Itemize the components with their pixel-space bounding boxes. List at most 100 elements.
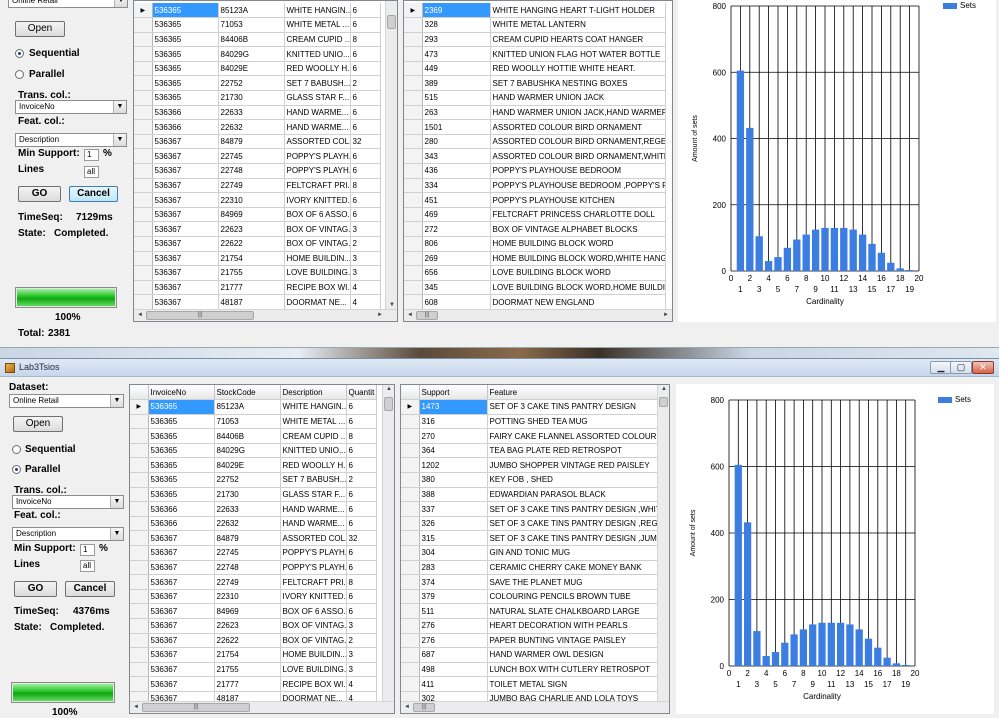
feature-cell[interactable]: RED WOOLLY HOTTIE WHITE HEART. bbox=[490, 61, 666, 77]
table-cell[interactable]: 22633 bbox=[218, 105, 285, 121]
row-header[interactable] bbox=[134, 280, 153, 296]
table-cell[interactable]: BOX OF VINTAG... bbox=[284, 236, 351, 252]
support-cell[interactable]: 1501 bbox=[422, 119, 491, 135]
table-row[interactable]: 536367 84969 BOX OF 6 ASSO... 6 bbox=[134, 207, 381, 223]
feature-cell[interactable]: EDWARDIAN PARASOL BLACK bbox=[487, 487, 663, 503]
table-cell[interactable]: 536365 bbox=[152, 3, 219, 19]
row-header[interactable] bbox=[404, 32, 423, 48]
table-cell[interactable]: RECIPE BOX WI... bbox=[280, 676, 347, 692]
scroll-up-icon[interactable]: ▲ bbox=[661, 386, 667, 392]
table-cell[interactable]: ASSORTED COL... bbox=[284, 134, 351, 150]
support-cell[interactable]: 343 bbox=[422, 148, 491, 165]
table-row[interactable]: 536367 21777 RECIPE BOX WI... 4 bbox=[134, 280, 381, 296]
table-cell[interactable]: 536365 bbox=[148, 472, 215, 488]
table-cell[interactable]: POPPY'S PLAYH... bbox=[284, 148, 351, 165]
table-cell[interactable]: 6 bbox=[350, 3, 381, 19]
row-header[interactable] bbox=[134, 163, 153, 179]
feature-cell[interactable]: ASSORTED COLOUR BIRD ORNAMENT bbox=[490, 119, 666, 135]
table-cell[interactable]: 6 bbox=[350, 192, 381, 208]
table-cell[interactable]: 6 bbox=[346, 516, 377, 532]
table-row[interactable]: 316 POTTING SHED TEA MUG bbox=[401, 414, 663, 430]
table-row[interactable]: 536367 22749 FELTCRAFT PRI... 8 bbox=[134, 178, 381, 194]
table-row[interactable]: 536367 21755 LOVE BUILDING... 3 bbox=[134, 265, 381, 281]
support-cell[interactable]: 272 bbox=[422, 221, 491, 237]
table-cell[interactable]: 536365 bbox=[148, 428, 215, 444]
support-cell[interactable]: 656 bbox=[422, 265, 491, 281]
current-row-icon[interactable]: ▶ bbox=[401, 399, 420, 415]
row-header[interactable] bbox=[401, 472, 420, 488]
table-row[interactable]: 536366 22633 HAND WARME... 6 bbox=[130, 501, 377, 517]
feature-cell[interactable]: HOME BUILDING BLOCK WORD bbox=[490, 236, 666, 252]
feature-cell[interactable]: TOILET METAL SIGN bbox=[487, 676, 663, 692]
feature-cell[interactable]: TEA BAG PLATE RED RETROSPOT bbox=[487, 443, 663, 459]
support-cell[interactable]: 515 bbox=[422, 90, 491, 106]
table-cell[interactable]: KNITTED UNIO... bbox=[280, 443, 347, 459]
feature-cell[interactable]: GIN AND TONIC MUG bbox=[487, 545, 663, 561]
table-row[interactable]: 536367 22622 BOX OF VINTAG... 2 bbox=[130, 633, 377, 649]
support-cell[interactable]: 511 bbox=[419, 603, 488, 619]
table-cell[interactable]: 84029E bbox=[214, 457, 281, 474]
table-cell[interactable]: 6 bbox=[350, 46, 381, 62]
feature-cell[interactable]: POPPY'S PLAYHOUSE KITCHEN bbox=[490, 192, 666, 208]
table-cell[interactable]: BOX OF VINTAG... bbox=[280, 618, 347, 634]
support-cell[interactable]: 411 bbox=[419, 676, 488, 692]
support-cell[interactable]: 388 bbox=[419, 487, 488, 503]
table-cell[interactable]: 22745 bbox=[214, 545, 281, 561]
open-button[interactable]: Open bbox=[13, 416, 63, 432]
table-row[interactable]: 451 POPPY'S PLAYHOUSE KITCHEN bbox=[404, 192, 666, 208]
table-row[interactable]: 536365 22752 SET 7 BABUSH... 2 bbox=[130, 472, 377, 488]
table-cell[interactable]: BOX OF VINTAG... bbox=[284, 221, 351, 237]
table-row[interactable]: 536367 84969 BOX OF 6 ASSO... 6 bbox=[130, 603, 377, 619]
close-button[interactable]: ✕ bbox=[972, 361, 994, 374]
support-cell[interactable]: 328 bbox=[422, 17, 491, 33]
table-cell[interactable]: 2 bbox=[350, 236, 381, 252]
table-cell[interactable]: 22745 bbox=[218, 148, 285, 165]
table-cell[interactable]: 71053 bbox=[218, 17, 285, 33]
row-header[interactable] bbox=[401, 560, 420, 576]
feature-cell[interactable]: NATURAL SLATE CHALKBOARD LARGE bbox=[487, 603, 663, 619]
table-row[interactable]: 536365 84029G KNITTED UNIO... 6 bbox=[130, 443, 377, 459]
cancel-button[interactable]: Cancel bbox=[65, 581, 115, 597]
parallel-radio[interactable] bbox=[15, 70, 24, 79]
feature-cell[interactable]: POTTING SHED TEA MUG bbox=[487, 414, 663, 430]
table-cell[interactable]: 536365 bbox=[148, 457, 215, 474]
support-cell[interactable]: 334 bbox=[422, 178, 491, 194]
row-header[interactable] bbox=[401, 487, 420, 503]
table-cell[interactable]: 536365 bbox=[152, 32, 219, 48]
table-cell[interactable]: 536367 bbox=[152, 221, 219, 237]
column-header[interactable]: Quantit bbox=[346, 385, 377, 401]
table-cell[interactable]: 22748 bbox=[214, 560, 281, 576]
table-cell[interactable]: 22633 bbox=[214, 501, 281, 517]
table-cell[interactable]: 6 bbox=[346, 603, 377, 619]
table-cell[interactable]: 21755 bbox=[218, 265, 285, 281]
row-header[interactable] bbox=[401, 618, 420, 634]
row-header[interactable] bbox=[130, 443, 149, 459]
table-cell[interactable]: RED WOOLLY H... bbox=[280, 457, 347, 474]
table-cell[interactable]: 536367 bbox=[152, 207, 219, 223]
table-cell[interactable]: 6 bbox=[346, 414, 377, 430]
support-cell[interactable]: 469 bbox=[422, 207, 491, 223]
row-header[interactable] bbox=[134, 251, 153, 267]
table-cell[interactable]: 3 bbox=[350, 251, 381, 267]
row-header[interactable] bbox=[130, 457, 149, 474]
table-cell[interactable]: 536367 bbox=[152, 280, 219, 296]
row-header[interactable] bbox=[130, 560, 149, 576]
row-header[interactable] bbox=[401, 603, 420, 619]
table-cell[interactable]: KNITTED UNIO... bbox=[284, 46, 351, 62]
scroll-up-icon[interactable]: ▲ bbox=[386, 386, 392, 392]
table-cell[interactable]: 84969 bbox=[218, 207, 285, 223]
table-row[interactable]: 276 HEART DECORATION WITH PEARLS bbox=[401, 618, 663, 634]
support-cell[interactable]: 337 bbox=[419, 501, 488, 517]
scroll-left-icon[interactable]: ◄ bbox=[137, 312, 143, 318]
support-cell[interactable]: 315 bbox=[419, 530, 488, 547]
row-header[interactable] bbox=[130, 574, 149, 590]
table-row[interactable]: 343 ASSORTED COLOUR BIRD ORNAMENT,WHITE I bbox=[404, 148, 666, 165]
row-header[interactable] bbox=[134, 221, 153, 237]
table-cell[interactable]: 84406B bbox=[214, 428, 281, 444]
table-cell[interactable]: 3 bbox=[346, 662, 377, 678]
table-cell[interactable]: 536365 bbox=[148, 414, 215, 430]
table-row[interactable]: 272 BOX OF VINTAGE ALPHABET BLOCKS bbox=[404, 221, 666, 237]
table-row[interactable]: 536365 84406B CREAM CUPID ... 8 bbox=[130, 428, 377, 444]
table-cell[interactable]: 536365 bbox=[148, 487, 215, 503]
row-header[interactable] bbox=[130, 472, 149, 488]
